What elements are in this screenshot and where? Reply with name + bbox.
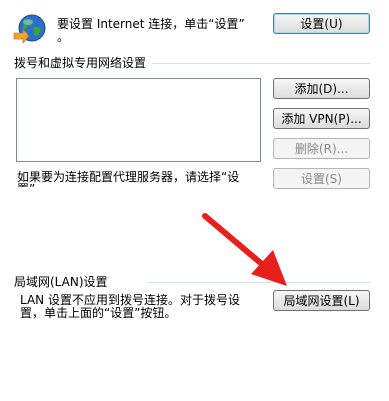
- lan-heading: 局域网(LAN)设置: [14, 275, 108, 289]
- connections-listbox[interactable]: [16, 78, 261, 162]
- proxy-instruction-line2: 置”。: [17, 182, 48, 196]
- remove-button[interactable]: 删除(R)...: [273, 138, 370, 159]
- proxy-instruction-line1: 如果要为连接配置代理服务器，请选择“设: [17, 170, 240, 184]
- add-button[interactable]: 添加(D)...: [273, 78, 370, 99]
- globe-network-icon: [12, 13, 48, 45]
- add-vpn-button[interactable]: 添加 VPN(P)...: [273, 108, 370, 129]
- setup-instruction-line2: 。: [57, 30, 70, 44]
- settings-button[interactable]: 设置(S): [273, 168, 370, 189]
- dialup-separator: [152, 63, 370, 64]
- dialup-heading: 拨号和虚拟专用网络设置: [14, 56, 147, 70]
- setup-button[interactable]: 设置(U): [273, 13, 370, 34]
- annotation-arrow-icon: [195, 208, 295, 298]
- lan-instruction-line2: 置，单击上面的“设置”按钮。: [20, 306, 177, 320]
- setup-instruction-line1: 要设置 Internet 连接，单击“设置”: [57, 17, 245, 31]
